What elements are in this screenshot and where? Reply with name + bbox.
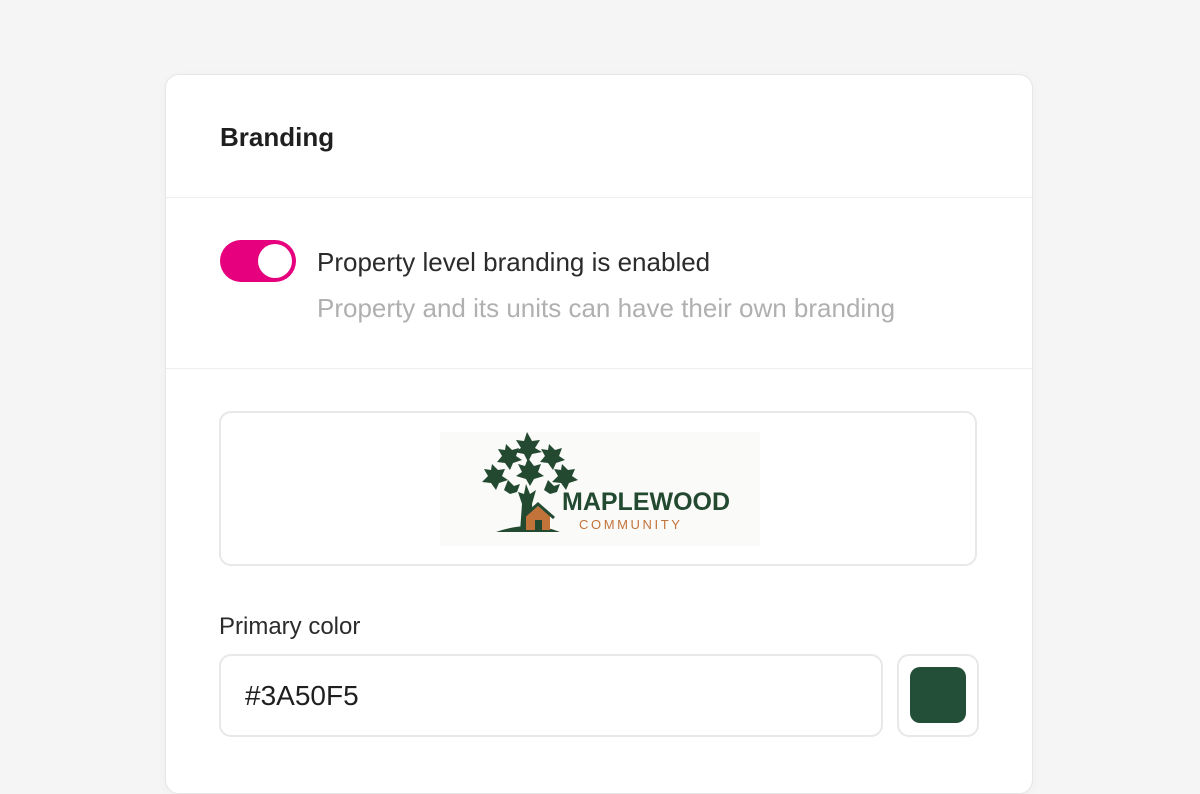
primary-color-input[interactable]: #3A50F5 — [219, 654, 883, 737]
logo-subtitle: COMMUNITY — [579, 517, 683, 532]
logo-image: MAPLEWOOD COMMUNITY — [440, 432, 760, 546]
logo-preview[interactable]: MAPLEWOOD COMMUNITY — [219, 411, 977, 566]
maplewood-logo: MAPLEWOOD COMMUNITY — [482, 432, 730, 532]
color-picker-button[interactable] — [897, 654, 979, 737]
primary-color-label: Primary color — [219, 613, 361, 640]
toggle-knob — [258, 244, 292, 278]
section-title: Branding — [220, 122, 335, 152]
branding-toggle-section: Property level branding is enabled Prope… — [166, 198, 1032, 369]
primary-color-swatch — [910, 667, 966, 723]
toggle-description: Property and its units can have their ow… — [317, 293, 896, 323]
toggle-label: Property level branding is enabled — [317, 247, 711, 277]
property-branding-toggle[interactable] — [220, 240, 296, 282]
logo-wordmark: MAPLEWOOD — [562, 488, 730, 516]
card-header: Branding — [166, 75, 1032, 198]
